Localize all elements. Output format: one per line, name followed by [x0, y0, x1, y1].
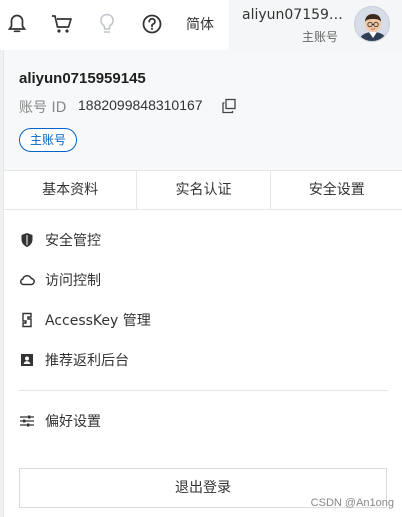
- bell-icon[interactable]: [5, 12, 29, 36]
- lightbulb-icon[interactable]: [95, 12, 119, 36]
- account-menu-trigger[interactable]: aliyun07159… 主账号: [229, 0, 402, 50]
- cart-icon[interactable]: [50, 12, 74, 36]
- sliders-icon: [19, 413, 35, 429]
- shield-icon: [19, 232, 35, 248]
- menu-item-label: 访问控制: [45, 273, 101, 289]
- account-id-label: 账号 ID: [19, 100, 67, 116]
- menu-divider: [19, 390, 388, 391]
- cloud-icon: [19, 272, 35, 288]
- help-icon[interactable]: [140, 12, 164, 36]
- account-menu: 安全管控 访问控制 AccessKey 管理 推荐返利后台 偏好设置: [4, 220, 402, 441]
- menu-item-referral-backend[interactable]: 推荐返利后台: [4, 340, 402, 380]
- menu-item-preferences[interactable]: 偏好设置: [4, 401, 402, 441]
- menu-item-label: 偏好设置: [45, 414, 101, 430]
- copy-icon[interactable]: [221, 98, 237, 114]
- account-dropdown-panel: aliyun0715959145 账号 ID 1882099848310167 …: [3, 50, 402, 517]
- menu-item-label: 安全管控: [45, 233, 101, 249]
- menu-item-label: AccessKey 管理: [45, 313, 151, 329]
- menu-item-security-control[interactable]: 安全管控: [4, 220, 402, 260]
- menu-item-access-control[interactable]: 访问控制: [4, 260, 402, 300]
- account-name: aliyun07159…: [242, 7, 343, 23]
- menu-item-accesskey-management[interactable]: AccessKey 管理: [4, 300, 402, 340]
- avatar[interactable]: [354, 6, 390, 42]
- tab-real-name-auth[interactable]: 实名认证: [137, 171, 271, 209]
- user-card-icon: [19, 352, 35, 368]
- tab-basic-info[interactable]: 基本资料: [4, 171, 138, 209]
- account-id-value: 1882099848310167: [78, 97, 203, 113]
- user-id: aliyun0715959145: [19, 70, 146, 87]
- top-navigation-bar: 简体 aliyun07159… 主账号: [0, 0, 402, 50]
- key-icon: [19, 312, 35, 328]
- account-tabs: 基本资料 实名认证 安全设置: [4, 170, 402, 210]
- language-switch[interactable]: 简体: [186, 14, 214, 34]
- watermark: CSDN @An1ong: [310, 497, 394, 509]
- account-type: 主账号: [302, 30, 339, 44]
- primary-account-badge: 主账号: [19, 128, 78, 152]
- account-info-header: aliyun0715959145 账号 ID 1882099848310167 …: [4, 50, 402, 170]
- tab-security-settings[interactable]: 安全设置: [271, 171, 402, 209]
- menu-item-label: 推荐返利后台: [45, 353, 129, 369]
